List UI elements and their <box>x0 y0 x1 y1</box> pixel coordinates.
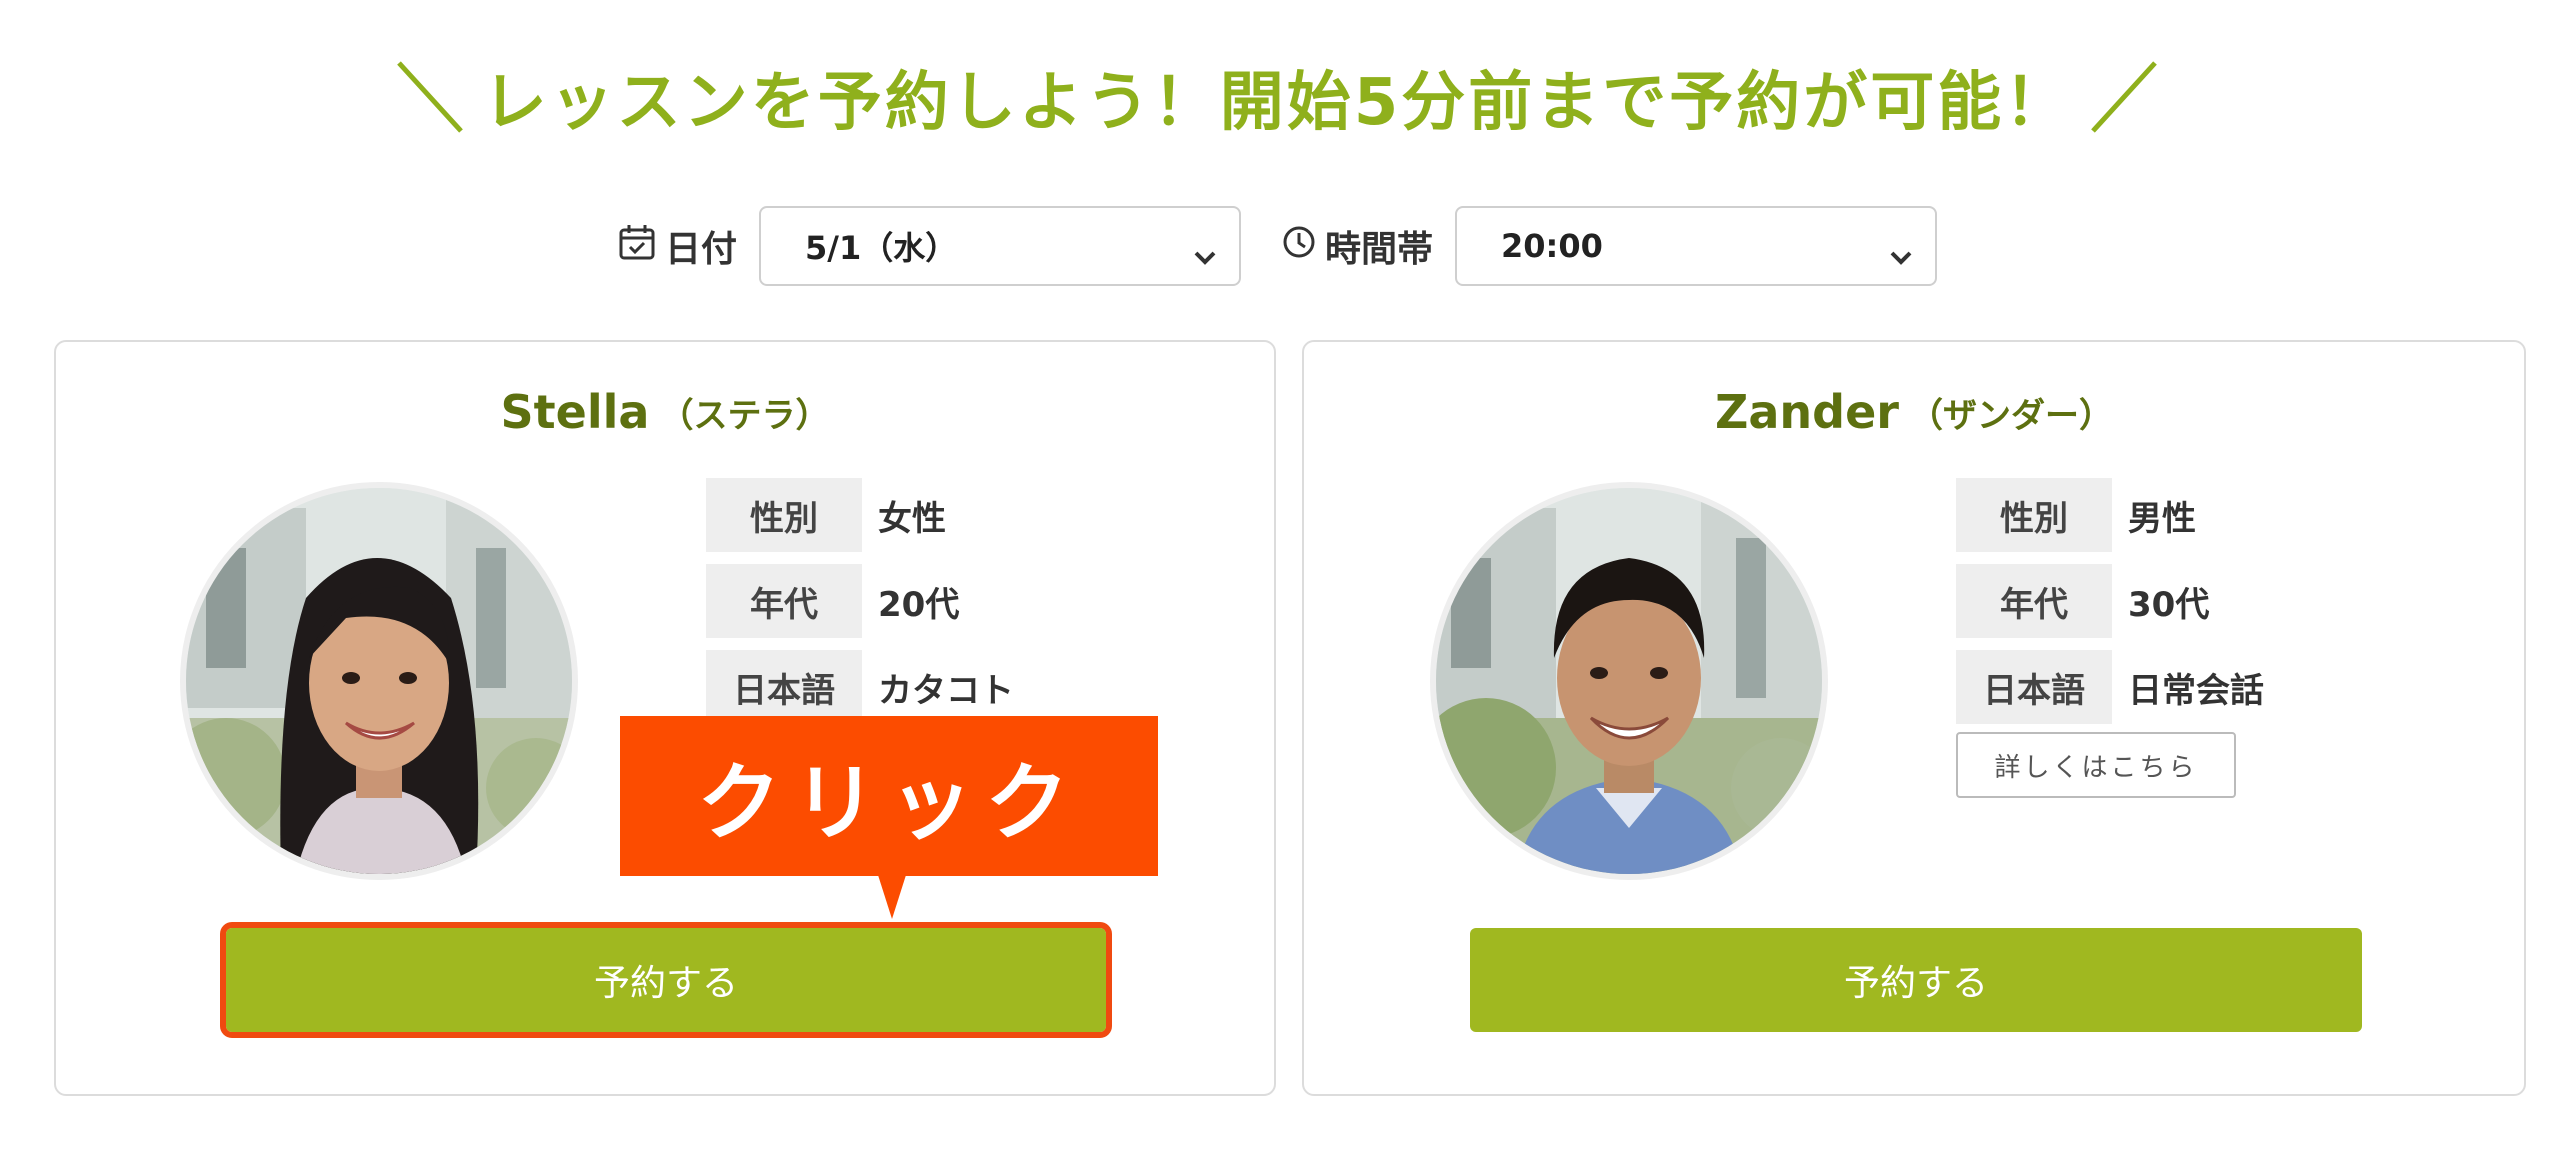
teacher-name: Zander （ザンダー） <box>1304 382 2524 442</box>
info-key: 年代 <box>706 564 862 638</box>
teacher-name-kana: （ザンダー） <box>1908 395 2113 436</box>
info-value: 女性 <box>878 498 946 539</box>
teacher-name-kana: （ステラ） <box>659 395 830 436</box>
clock-icon <box>1281 224 1317 269</box>
info-key: 日本語 <box>706 650 862 724</box>
backslash-deco-icon <box>395 57 465 137</box>
info-key: 日本語 <box>1956 650 2112 724</box>
info-value: 20代 <box>878 584 960 625</box>
click-callout: クリック <box>620 716 1158 876</box>
date-label: 日付 <box>617 220 737 272</box>
callout-tail <box>878 875 906 919</box>
time-label-text: 時間帯 <box>1325 229 1434 270</box>
info-value: 日常会話 <box>2128 670 2264 711</box>
teacher-name: Stella （ステラ） <box>56 382 1274 442</box>
info-row-japanese: 日本語 日常会話 <box>1956 650 2264 724</box>
teacher-card-zander: Zander （ザンダー） 性別 男性 年代 30代 日本語 日常会話 詳しくは… <box>1302 340 2526 1096</box>
slash-deco-icon <box>2089 57 2159 137</box>
info-row-age: 年代 20代 <box>706 564 959 638</box>
info-key: 性別 <box>1956 478 2112 552</box>
info-row-gender: 性別 男性 <box>1956 478 2196 552</box>
teacher-name-en: Zander <box>1715 385 1899 439</box>
reserve-button[interactable]: 予約する <box>1470 928 2362 1032</box>
date-label-text: 日付 <box>664 229 737 270</box>
date-select-value: 5/1（水） <box>805 229 958 267</box>
headline: レッスンを予約しよう！開始5分前まで予約が可能！ <box>0 52 2554 142</box>
chevron-down-icon <box>1193 236 1217 274</box>
chevron-down-icon <box>1889 236 1913 274</box>
info-value: 男性 <box>2128 498 2196 539</box>
filter-bar: 日付 5/1（水） 時間帯 20:00 <box>0 205 2554 287</box>
calendar-check-icon <box>617 222 657 271</box>
reserve-button[interactable]: 予約する <box>220 922 1112 1038</box>
time-label: 時間帯 <box>1281 220 1433 272</box>
info-key: 性別 <box>706 478 862 552</box>
time-select-value: 20:00 <box>1501 227 1603 265</box>
info-key: 年代 <box>1956 564 2112 638</box>
date-select[interactable]: 5/1（水） <box>759 206 1241 286</box>
teacher-avatar <box>1430 482 1828 880</box>
teacher-avatar <box>180 482 578 880</box>
headline-text: レッスンを予約しよう！開始5分前まで予約が可能！ <box>482 66 2072 140</box>
info-value: 30代 <box>2128 584 2210 625</box>
info-value: カタコト <box>878 670 1014 711</box>
info-row-age: 年代 30代 <box>1956 564 2209 638</box>
teacher-name-en: Stella <box>500 385 650 439</box>
info-row-japanese: 日本語 カタコト <box>706 650 1014 724</box>
info-row-gender: 性別 女性 <box>706 478 946 552</box>
details-link-button[interactable]: 詳しくはこちら <box>1956 732 2236 798</box>
time-select[interactable]: 20:00 <box>1455 206 1938 286</box>
